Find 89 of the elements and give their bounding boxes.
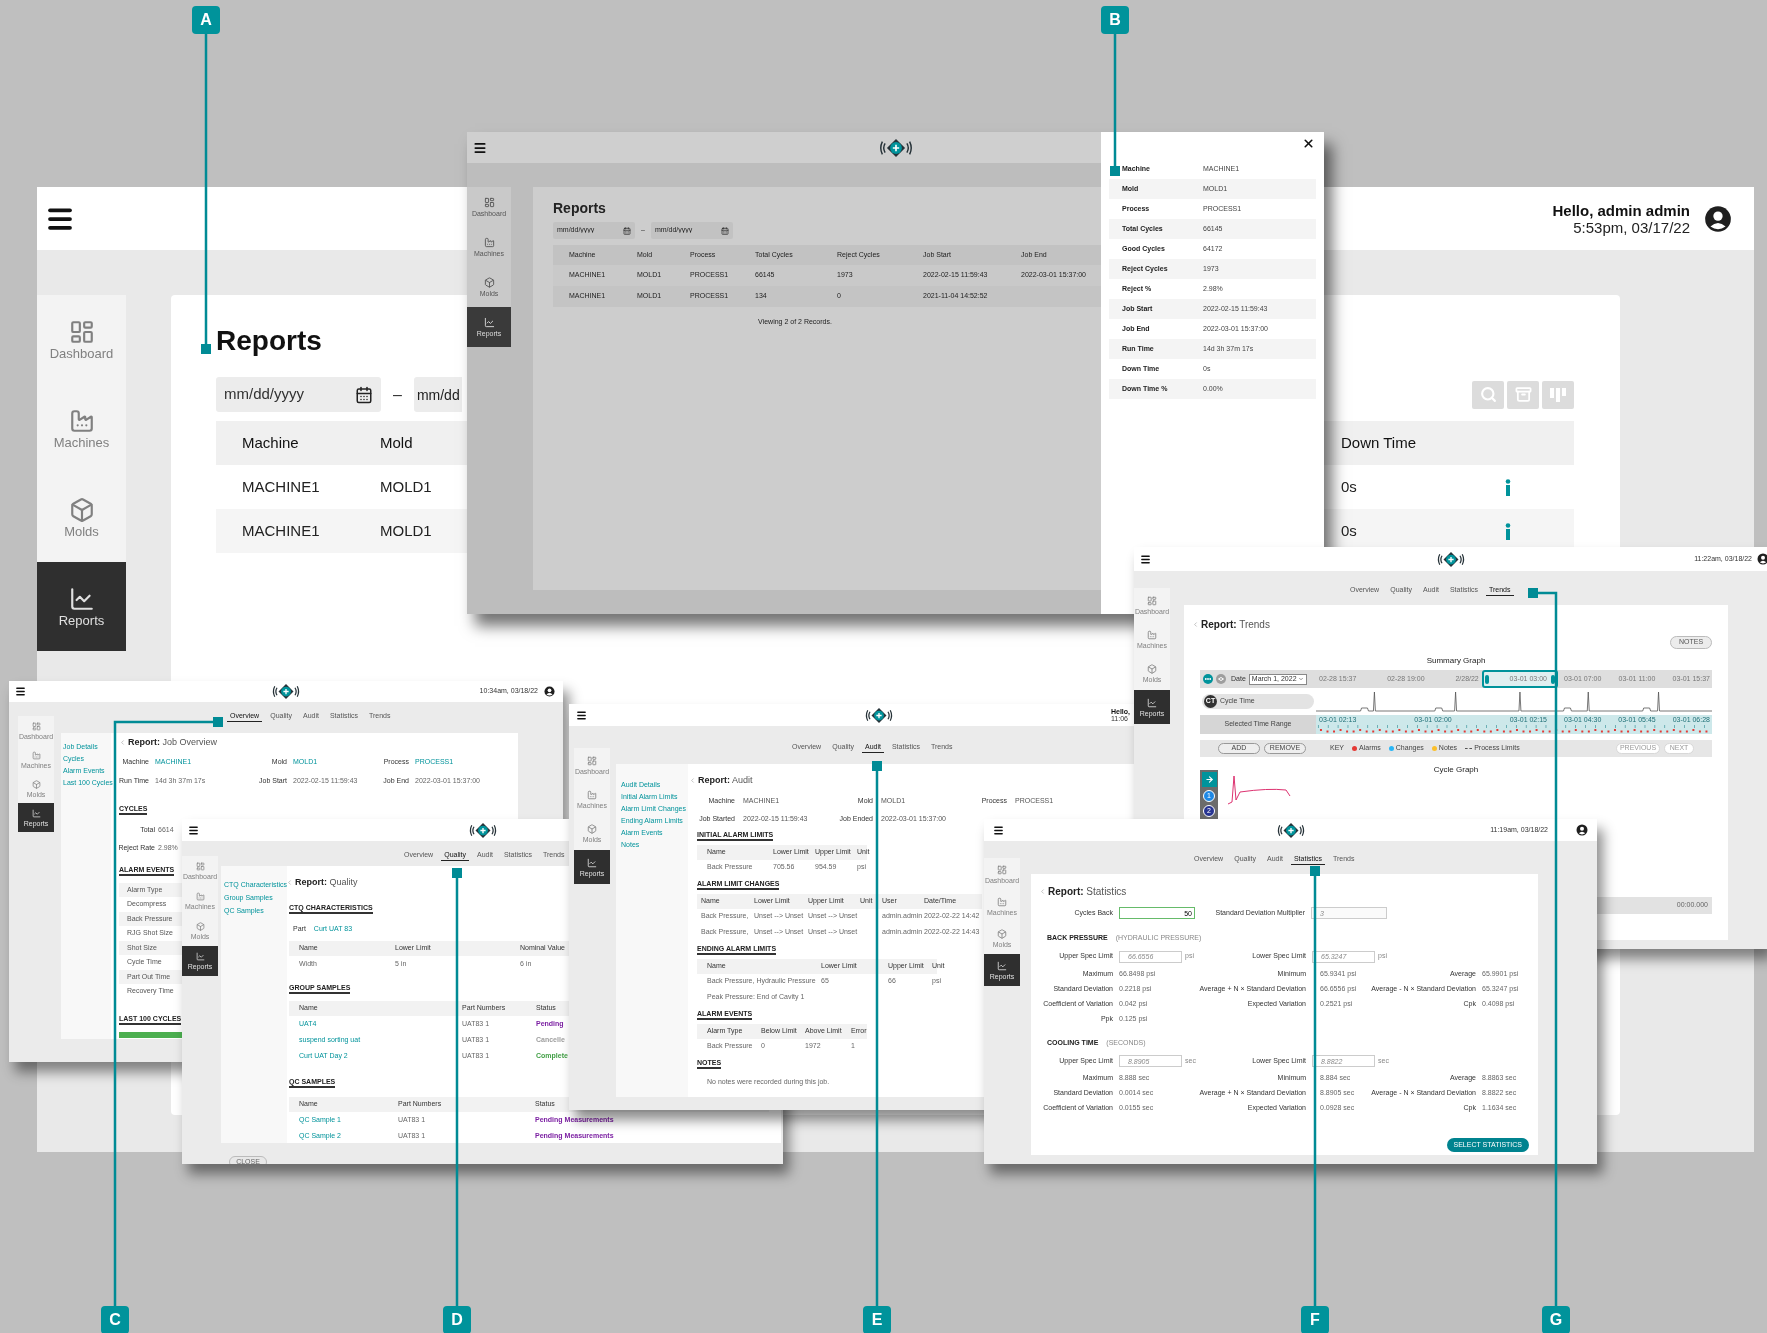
machine-icon <box>68 408 95 434</box>
chart-icon <box>68 586 95 612</box>
user-icon[interactable] <box>1757 553 1767 565</box>
date-time: 5:53pm, 03/17/22 <box>1573 218 1690 236</box>
dashboard-icon <box>195 862 205 871</box>
column-header: Machine <box>242 432 299 453</box>
calendar-icon[interactable] <box>720 226 729 235</box>
logo-icon <box>1435 550 1466 568</box>
menu-icon[interactable] <box>15 686 26 697</box>
table-cell-text: MOLD1 <box>380 476 432 497</box>
sidebar-item[interactable]: Molds <box>37 473 126 562</box>
cube-icon <box>31 779 41 789</box>
calendar-icon[interactable] <box>623 226 631 235</box>
cube-icon <box>587 823 597 834</box>
report-title: Report: Statistics <box>1048 885 1127 899</box>
column-header: Down Time <box>1341 432 1417 453</box>
callout-badge: F <box>1301 1306 1329 1333</box>
report-title: Report: Quality <box>295 876 358 889</box>
archive-icon <box>1514 386 1532 403</box>
user-icon[interactable] <box>544 686 555 697</box>
dashboard-icon <box>1147 595 1157 606</box>
info-icon[interactable] <box>1505 478 1511 496</box>
cube-icon <box>483 277 495 288</box>
column-header: Mold <box>380 432 413 453</box>
menu-icon[interactable] <box>1140 553 1151 565</box>
machine-icon <box>587 789 597 800</box>
greeting: Hello, admin admin <box>1552 201 1690 219</box>
table-cell-text: 0s <box>1341 520 1357 541</box>
search-icon <box>1479 386 1497 403</box>
date-field[interactable]: mm/dd/yyyy <box>224 383 336 406</box>
dashboard-icon <box>483 197 495 208</box>
table-cell-text: MOLD1 <box>380 520 432 541</box>
chart-icon <box>997 960 1007 971</box>
sidebar-item[interactable]: Machines <box>37 384 126 473</box>
callout-badge: G <box>1542 1306 1570 1333</box>
date-field[interactable]: mm/dd <box>413 377 462 412</box>
user-icon[interactable] <box>1576 824 1588 836</box>
report-title: Report: Audit <box>698 774 753 787</box>
machine-icon <box>195 892 205 901</box>
sidebar-item[interactable]: Dashboard <box>37 295 126 384</box>
info-icon[interactable] <box>1505 522 1511 540</box>
user-icon[interactable] <box>1704 204 1732 233</box>
cube-icon <box>997 928 1007 939</box>
callout-badge: A <box>192 6 220 34</box>
dashboard-icon <box>587 755 597 766</box>
machine-icon <box>483 237 495 248</box>
menu-icon[interactable] <box>576 709 587 721</box>
table-cell-text: 0s <box>1341 476 1357 497</box>
chart-icon <box>195 952 205 961</box>
page-title: Reports <box>553 199 606 217</box>
cube-icon <box>195 922 205 931</box>
date-separator: – <box>393 384 402 405</box>
chart-icon <box>483 317 495 328</box>
dashboard-icon <box>68 319 95 345</box>
chart-icon <box>1147 697 1157 708</box>
table-cell-text: MACHINE1 <box>242 476 320 497</box>
callout-badge: D <box>443 1306 471 1333</box>
chart-icon <box>31 808 41 818</box>
machine-icon <box>997 896 1007 907</box>
graph-title: Cycle Graph <box>1433 764 1479 776</box>
report-title: Report: Trends <box>1201 618 1270 632</box>
expand-button[interactable] <box>1201 772 1217 787</box>
sidebar-item[interactable]: Reports <box>37 562 126 651</box>
cube-icon <box>1147 663 1157 674</box>
legend-dash <box>1465 748 1473 749</box>
menu-icon[interactable] <box>993 824 1004 836</box>
menu-icon[interactable] <box>473 140 487 155</box>
caret-icon <box>1297 676 1304 682</box>
close-icon[interactable] <box>1302 137 1315 150</box>
callout-badge: B <box>1101 6 1129 34</box>
columns-icon <box>1549 386 1567 403</box>
dashboard-icon <box>31 721 41 731</box>
callout-badge: E <box>863 1306 891 1333</box>
table-cell-text: MACHINE1 <box>242 520 320 541</box>
cube-icon <box>68 497 95 523</box>
calendar-icon[interactable] <box>355 385 373 404</box>
machine-icon <box>31 750 41 760</box>
callout-badge: C <box>101 1306 129 1333</box>
page-title: Reports <box>216 325 322 357</box>
arrow-icon <box>1204 775 1214 784</box>
menu-icon[interactable] <box>188 824 199 836</box>
chart-icon <box>587 857 597 868</box>
machine-icon <box>1147 629 1157 640</box>
date-picker[interactable]: mm/dd/yyyy <box>216 377 381 412</box>
range-selector[interactable] <box>1482 670 1558 688</box>
graph-title: Summary Graph <box>1426 655 1486 667</box>
dashboard-icon <box>997 864 1007 875</box>
report-title: Report: Job Overview <box>128 736 218 749</box>
more-icon[interactable] <box>1203 674 1213 684</box>
